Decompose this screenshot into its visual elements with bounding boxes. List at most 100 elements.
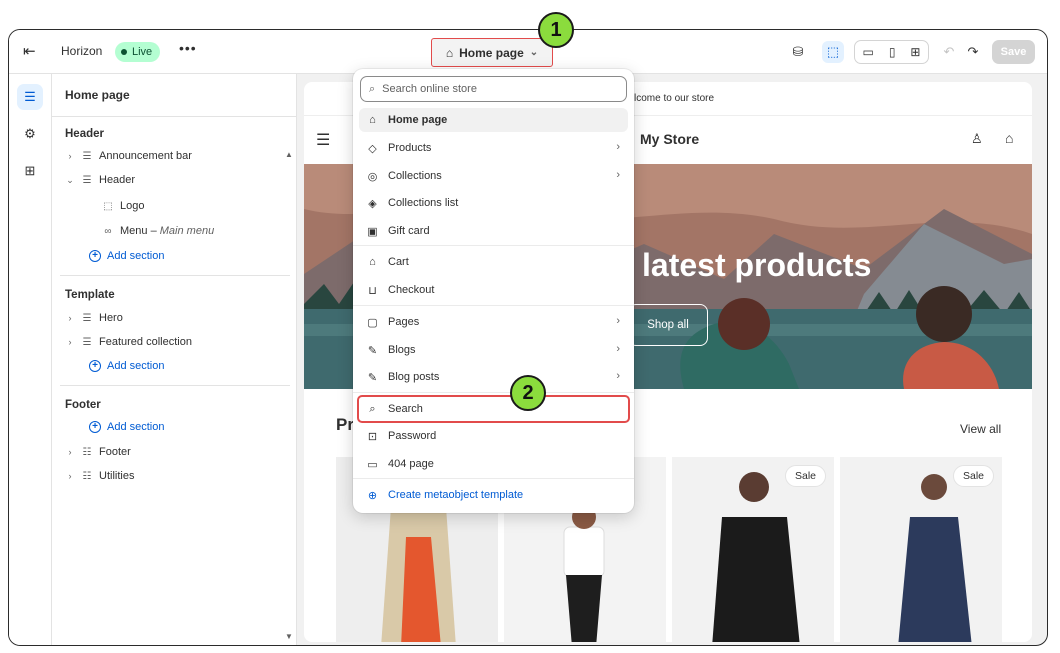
sidebar-item-label: Header [99, 174, 136, 186]
sidebar-title: Home page [65, 88, 130, 102]
desktop-icon[interactable]: ▭ [862, 45, 873, 59]
sidebar-item-label: Featured collection [99, 336, 192, 348]
divider [353, 305, 634, 306]
theme-name: Horizon [61, 44, 103, 58]
divider [60, 385, 290, 386]
fullscreen-icon[interactable]: ⊞ [910, 45, 920, 59]
mobile-icon[interactable]: ▯ [889, 45, 896, 59]
menu-item-collections-list[interactable]: ◈ Collections list [359, 191, 628, 215]
step-marker-1: 1 [538, 12, 574, 48]
apps-icon[interactable]: ⊞ [17, 158, 43, 184]
sale-badge: Sale [952, 465, 994, 487]
page-selector-dropdown: ⌕ Search online store ⌂ Home page ◇ Produc… [353, 69, 634, 513]
menu-item-label: Create metaobject template [388, 489, 524, 501]
chevron-right-icon[interactable]: › [65, 447, 75, 457]
left-rail: ☰ ⚙ ⊞ [9, 74, 52, 645]
sidebar-item-menu[interactable]: ∞ Menu – Main menu [102, 225, 214, 237]
checkout-icon: ⊔ [368, 284, 377, 297]
theme-inspector-icon[interactable]: ⛁ [787, 41, 809, 63]
more-actions-icon[interactable]: ••• [179, 40, 197, 56]
menu-item-gift-card[interactable]: ▣ Gift card [359, 219, 628, 243]
collections-icon: ◎ [367, 170, 378, 183]
page-icon: ▢ [367, 316, 378, 329]
chevron-down-icon[interactable]: ⌄ [65, 175, 75, 186]
chevron-right-icon[interactable]: › [65, 151, 75, 161]
sidebar-item-hero[interactable]: › ☰ Hero [65, 312, 123, 324]
group-header-label: Header [65, 128, 104, 140]
product-card[interactable]: Sale [672, 457, 834, 642]
sidebar-item-label: Footer [99, 446, 131, 458]
step-marker-2: 2 [510, 375, 546, 411]
add-section-label: Add section [107, 360, 165, 372]
sidebar-item-header[interactable]: ⌄ ☰ Header [65, 174, 135, 186]
sale-badge: Sale [784, 465, 826, 487]
menu-item-home-page[interactable]: ⌂ Home page [359, 108, 628, 132]
scroll-up-icon[interactable]: ▲ [285, 150, 293, 159]
add-section-button[interactable]: + Add section [89, 250, 164, 262]
sidebar-item-utilities[interactable]: › ☷ Utilities [65, 470, 135, 482]
redo-icon[interactable]: ↷ [962, 41, 984, 63]
divider [52, 116, 297, 117]
menu-item-label: Products [388, 142, 432, 154]
chevron-down-icon: ⌄ [529, 47, 539, 58]
store-name[interactable]: My Store [640, 131, 699, 147]
menu-item-cart[interactable]: ⌂ Cart [359, 250, 628, 274]
menu-item-checkout[interactable]: ⊔ Checkout [359, 278, 628, 302]
hero-title: latest products [642, 247, 872, 283]
menu-item-label: Checkout [388, 284, 435, 296]
collections-list-icon: ◈ [368, 197, 377, 210]
undo-icon[interactable]: ↶ [938, 41, 960, 63]
sidebar-item-footer[interactable]: › ☷ Footer [65, 446, 131, 458]
chevron-right-icon: › [616, 343, 620, 355]
shop-all-button[interactable]: Shop all [628, 304, 708, 346]
plus-circle-icon: ⊕ [367, 489, 378, 502]
menu-item-password[interactable]: ⊡ Password [359, 424, 628, 448]
select-element-icon[interactable]: ⬚ [822, 41, 844, 63]
sidebar-item-featured-collection[interactable]: › ☰ Featured collection [65, 336, 192, 348]
menu-separator: – [147, 225, 160, 237]
menu-item-products[interactable]: ◇ Products › [359, 136, 628, 160]
gift-card-icon: ▣ [367, 225, 378, 238]
menu-item-blog-posts[interactable]: ✎ Blog posts › [359, 365, 628, 389]
sidebar-item-logo[interactable]: ⬚ Logo [102, 200, 144, 212]
add-section-button[interactable]: + Add section [89, 360, 164, 372]
chevron-right-icon[interactable]: › [65, 313, 75, 323]
chevron-right-icon[interactable]: › [65, 337, 75, 347]
view-all-link[interactable]: View all [960, 422, 1001, 436]
menu-item-pages[interactable]: ▢ Pages › [359, 310, 628, 334]
add-section-button[interactable]: + Add section [89, 421, 164, 433]
menu-item-search[interactable]: ⌕ Search [357, 395, 630, 423]
create-metaobject-template-button[interactable]: ⊕ Create metaobject template [359, 483, 628, 507]
page-selector-button[interactable]: ⌂ Home page ⌄ [431, 38, 553, 67]
sidebar-item-label: Utilities [99, 470, 135, 482]
menu-item-404-page[interactable]: ▭ 404 page [359, 452, 628, 476]
search-input[interactable]: ⌕ Search online store [360, 76, 627, 102]
menu-item-label: Blog posts [388, 371, 440, 383]
cart-icon[interactable]: ⌂ [1005, 130, 1013, 146]
sections-icon[interactable]: ☰ [17, 84, 43, 110]
sidebar-item-announcement-bar[interactable]: › ☰ Announcement bar [65, 150, 192, 162]
menu-label: Menu [120, 225, 148, 237]
chevron-right-icon[interactable]: › [65, 471, 75, 481]
account-icon[interactable]: ♙ [971, 131, 983, 147]
menu-item-label: Blogs [388, 344, 416, 356]
product-card[interactable]: Sale [840, 457, 1002, 642]
cart-icon: ⌂ [369, 256, 376, 268]
menu-item-label: Collections [388, 170, 442, 182]
sidebar-item-label: Hero [99, 312, 123, 324]
menu-item-label: Gift card [388, 225, 430, 237]
search-placeholder: Search online store [382, 83, 477, 95]
sidebar-item-label: Menu – Main menu [120, 225, 214, 237]
menu-icon[interactable]: ☰ [316, 130, 330, 150]
section-icon: ☰ [82, 336, 92, 348]
sidebar-item-label: Announcement bar [99, 150, 192, 162]
menu-sublabel: Main menu [159, 225, 215, 237]
menu-item-label: Home page [388, 114, 448, 126]
settings-icon[interactable]: ⚙ [17, 121, 43, 147]
tag-icon: ◇ [368, 142, 377, 155]
menu-item-collections[interactable]: ◎ Collections › [359, 164, 628, 188]
scroll-down-icon[interactable]: ▼ [285, 632, 293, 641]
menu-item-blogs[interactable]: ✎ Blogs › [359, 338, 628, 362]
exit-icon[interactable]: ⇤ [23, 43, 41, 61]
save-button[interactable]: Save [992, 40, 1035, 64]
